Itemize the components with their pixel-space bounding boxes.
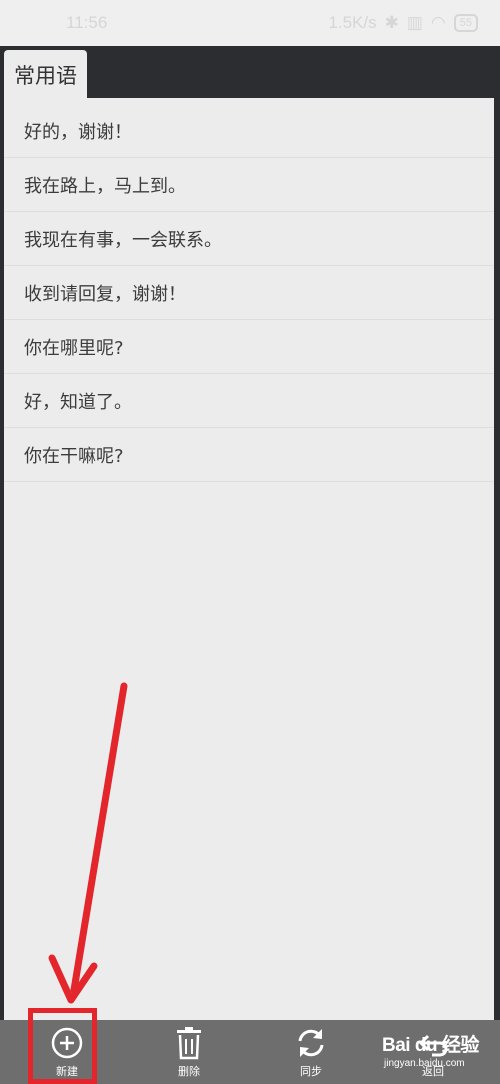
phrase-item[interactable]: 好，知道了。 — [4, 374, 494, 428]
watermark-logo: Bai du 经验 — [382, 1035, 479, 1056]
watermark-url: jingyan.baidu.com — [384, 1058, 465, 1069]
tab-common-phrases[interactable]: 常用语 — [4, 50, 87, 100]
status-time: 11:56 — [66, 13, 108, 32]
annotation-highlight-box — [28, 1008, 97, 1084]
network-speed: 1.5K/s — [328, 13, 377, 32]
wifi-icon: ◠ — [430, 13, 446, 32]
phrase-item[interactable]: 你在干嘛呢? — [4, 428, 494, 482]
status-indicators: 1.5K/s ✱ ▥ ◠ 55 — [328, 13, 478, 33]
sync-label: 同步 — [300, 1064, 322, 1078]
delete-label: 删除 — [178, 1064, 200, 1078]
signal-icon: ▥ — [406, 13, 423, 32]
app-header: 常用语 — [0, 46, 500, 100]
bluetooth-icon: ✱ — [384, 13, 399, 32]
sync-button[interactable]: 同步 — [256, 1020, 366, 1084]
status-bar: 11:56 1.5K/s ✱ ▥ ◠ 55 — [0, 0, 500, 46]
phrase-list: 好的，谢谢！ 我在路上，马上到。 我现在有事，一会联系。 收到请回复，谢谢！ 你… — [4, 104, 494, 482]
trash-icon — [177, 1026, 201, 1059]
sync-icon — [298, 1028, 324, 1057]
phrase-item[interactable]: 好的，谢谢！ — [4, 104, 494, 158]
phrase-item[interactable]: 你在哪里呢? — [4, 320, 494, 374]
phrase-item[interactable]: 我现在有事，一会联系。 — [4, 212, 494, 266]
battery-icon: 55 — [453, 14, 478, 32]
phrase-item[interactable]: 我在路上，马上到。 — [4, 158, 494, 212]
phrase-item[interactable]: 收到请回复，谢谢！ — [4, 266, 494, 320]
frame-edge-right — [494, 98, 500, 1020]
delete-button[interactable]: 删除 — [134, 1020, 244, 1084]
